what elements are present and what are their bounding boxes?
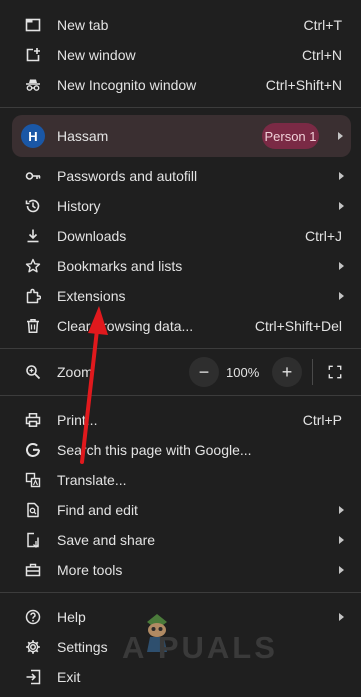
profile-badge: Person 1: [262, 123, 319, 149]
chevron-right-icon: [336, 565, 346, 575]
trash-icon: [24, 317, 42, 335]
help-item[interactable]: Help: [0, 602, 361, 632]
history-label: History: [57, 198, 101, 214]
zoom-icon: [24, 363, 42, 381]
history-item[interactable]: History: [0, 191, 361, 221]
clear-data-label: Clear browsing data...: [57, 318, 194, 334]
print-shortcut: Ctrl+P: [302, 412, 342, 428]
find-edit-label: Find and edit: [57, 502, 138, 518]
google-icon: [24, 441, 42, 459]
new-window-label: New window: [57, 47, 136, 63]
separator: [0, 592, 361, 593]
zoom-out-button[interactable]: −: [189, 357, 219, 387]
zoom-divider: [312, 359, 313, 385]
download-icon: [24, 227, 42, 245]
chevron-right-icon: [336, 505, 346, 515]
more-tools-label: More tools: [57, 562, 123, 578]
help-label: Help: [57, 609, 86, 625]
key-icon: [24, 167, 42, 185]
incognito-icon: [24, 76, 42, 94]
chevron-right-icon: [336, 201, 346, 211]
exit-label: Exit: [57, 669, 81, 685]
more-tools-item[interactable]: More tools: [0, 555, 361, 585]
new-incognito-shortcut: Ctrl+Shift+N: [265, 77, 342, 93]
save-share-item[interactable]: Save and share: [0, 525, 361, 555]
downloads-item[interactable]: Downloads Ctrl+J: [0, 221, 361, 251]
new-incognito-item[interactable]: New Incognito window Ctrl+Shift+N: [0, 70, 361, 100]
chevron-right-icon: [336, 291, 346, 301]
chevron-right-icon: [336, 171, 346, 181]
new-incognito-label: New Incognito window: [57, 77, 197, 93]
new-window-icon: [24, 46, 42, 64]
printer-icon: [24, 411, 42, 429]
settings-item[interactable]: Settings: [0, 632, 361, 662]
settings-label: Settings: [57, 639, 108, 655]
downloads-label: Downloads: [57, 228, 127, 244]
new-tab-item[interactable]: New tab Ctrl+T: [0, 10, 361, 40]
find-page-icon: [24, 501, 42, 519]
chevron-right-icon: [336, 261, 346, 271]
print-label: Print...: [57, 412, 98, 428]
avatar: H: [21, 124, 45, 148]
chevron-right-icon: [336, 612, 346, 622]
clear-data-shortcut: Ctrl+Shift+Del: [254, 318, 342, 334]
star-icon: [24, 257, 42, 275]
chevron-right-icon: [336, 535, 346, 545]
translate-label: Translate...: [57, 472, 127, 488]
save-share-icon: [24, 531, 42, 549]
gear-icon: [24, 638, 42, 656]
zoom-row: Zoom: [0, 357, 361, 387]
passwords-item[interactable]: Passwords and autofill: [0, 161, 361, 191]
separator: [0, 395, 361, 396]
translate-icon: [24, 471, 42, 489]
history-icon: [24, 197, 42, 215]
exit-icon: [24, 668, 42, 686]
search-google-item[interactable]: Search this page with Google...: [0, 435, 361, 465]
new-window-item[interactable]: New window Ctrl+N: [0, 40, 361, 70]
help-icon: [24, 608, 42, 626]
extensions-item[interactable]: Extensions: [0, 281, 361, 311]
exit-item[interactable]: Exit: [0, 662, 361, 692]
new-window-shortcut: Ctrl+N: [301, 47, 342, 63]
downloads-shortcut: Ctrl+J: [305, 228, 342, 244]
zoom-label: Zoom: [57, 364, 93, 380]
separator: [0, 348, 361, 349]
chevron-right-icon: [335, 131, 345, 141]
find-edit-item[interactable]: Find and edit: [0, 495, 361, 525]
print-item[interactable]: Print... Ctrl+P: [0, 405, 361, 435]
puzzle-icon: [24, 287, 42, 305]
bookmarks-item[interactable]: Bookmarks and lists: [0, 251, 361, 281]
zoom-in-button[interactable]: +: [272, 357, 302, 387]
save-share-label: Save and share: [57, 532, 156, 548]
new-tab-icon: [24, 16, 42, 34]
passwords-label: Passwords and autofill: [57, 168, 198, 184]
profile-name: Hassam: [57, 128, 109, 144]
bookmarks-label: Bookmarks and lists: [57, 258, 183, 274]
clear-data-item[interactable]: Clear browsing data... Ctrl+Shift+Del: [0, 311, 361, 341]
fullscreen-icon[interactable]: [327, 364, 343, 380]
toolbox-icon: [24, 561, 42, 579]
zoom-value: 100%: [226, 365, 260, 380]
separator: [0, 107, 361, 108]
translate-item[interactable]: Translate...: [0, 465, 361, 495]
extensions-label: Extensions: [57, 288, 126, 304]
new-tab-shortcut: Ctrl+T: [303, 17, 343, 33]
search-google-label: Search this page with Google...: [57, 442, 252, 458]
profile-row[interactable]: H Hassam Person 1: [12, 115, 351, 157]
new-tab-label: New tab: [57, 17, 109, 33]
